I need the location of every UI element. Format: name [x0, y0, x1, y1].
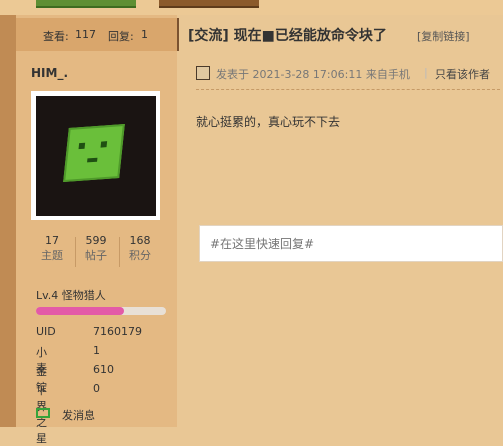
user-level: Lv.4 怪物猎人: [36, 289, 106, 302]
post-content: 就心挺累的，真心玩不下去: [196, 115, 341, 129]
author-name[interactable]: HIM_.: [31, 66, 68, 80]
stat-label: 帖子: [85, 249, 107, 262]
info-value: 610: [93, 363, 114, 376]
info-value: 1: [93, 344, 100, 357]
level-progress-fill: [36, 307, 125, 315]
views-label: 查看:: [43, 30, 69, 43]
only-author-link[interactable]: 只看该作者: [435, 66, 490, 82]
quick-reply-box[interactable]: [199, 225, 503, 262]
level-progress-bar: [36, 307, 166, 315]
quick-reply-input[interactable]: [208, 236, 492, 252]
thread-title: [交流] 现在■已经能放命令块了: [188, 28, 387, 44]
stat-posts[interactable]: 599 帖子: [75, 234, 117, 263]
poster-avatar-icon: [196, 66, 210, 80]
replies-label: 回复:: [108, 30, 134, 43]
stat-label: 主题: [41, 249, 63, 262]
stat-value: 599: [85, 234, 107, 247]
slime-mouth: [87, 157, 98, 163]
info-value: 7160179: [93, 325, 142, 338]
info-value: 0: [93, 382, 100, 395]
views-count: 117: [75, 28, 96, 41]
stat-label: 积分: [129, 249, 151, 262]
slime-eye: [78, 142, 86, 150]
top-strip: [0, 0, 503, 15]
stat-value: 17: [45, 234, 59, 247]
thread-stats: 查看: 117 回复: 1: [16, 18, 177, 51]
sidebar-edge: [0, 15, 16, 427]
top-button-brown[interactable]: [159, 0, 259, 8]
slime-image: [63, 124, 125, 182]
stat-points[interactable]: 168 积分: [119, 234, 161, 263]
avatar[interactable]: [36, 96, 156, 216]
header-divider: [177, 18, 179, 51]
info-key: UID: [36, 325, 56, 338]
meta-separator: |: [424, 66, 428, 79]
top-button-green[interactable]: [36, 0, 136, 8]
replies-count: 1: [141, 28, 148, 41]
slime-eye: [100, 141, 108, 148]
user-stats: 17 主题 599 帖子 168 积分: [31, 234, 161, 270]
send-message-label: 发消息: [62, 409, 95, 422]
post-date: 发表于 2021-3-28 17:06:11 来自手机: [216, 68, 410, 81]
envelope-icon: [36, 408, 50, 418]
stat-value: 168: [129, 234, 151, 247]
copy-link[interactable]: [复制链接]: [417, 28, 470, 44]
post-divider: [196, 89, 500, 90]
stat-threads[interactable]: 17 主题: [31, 234, 73, 263]
